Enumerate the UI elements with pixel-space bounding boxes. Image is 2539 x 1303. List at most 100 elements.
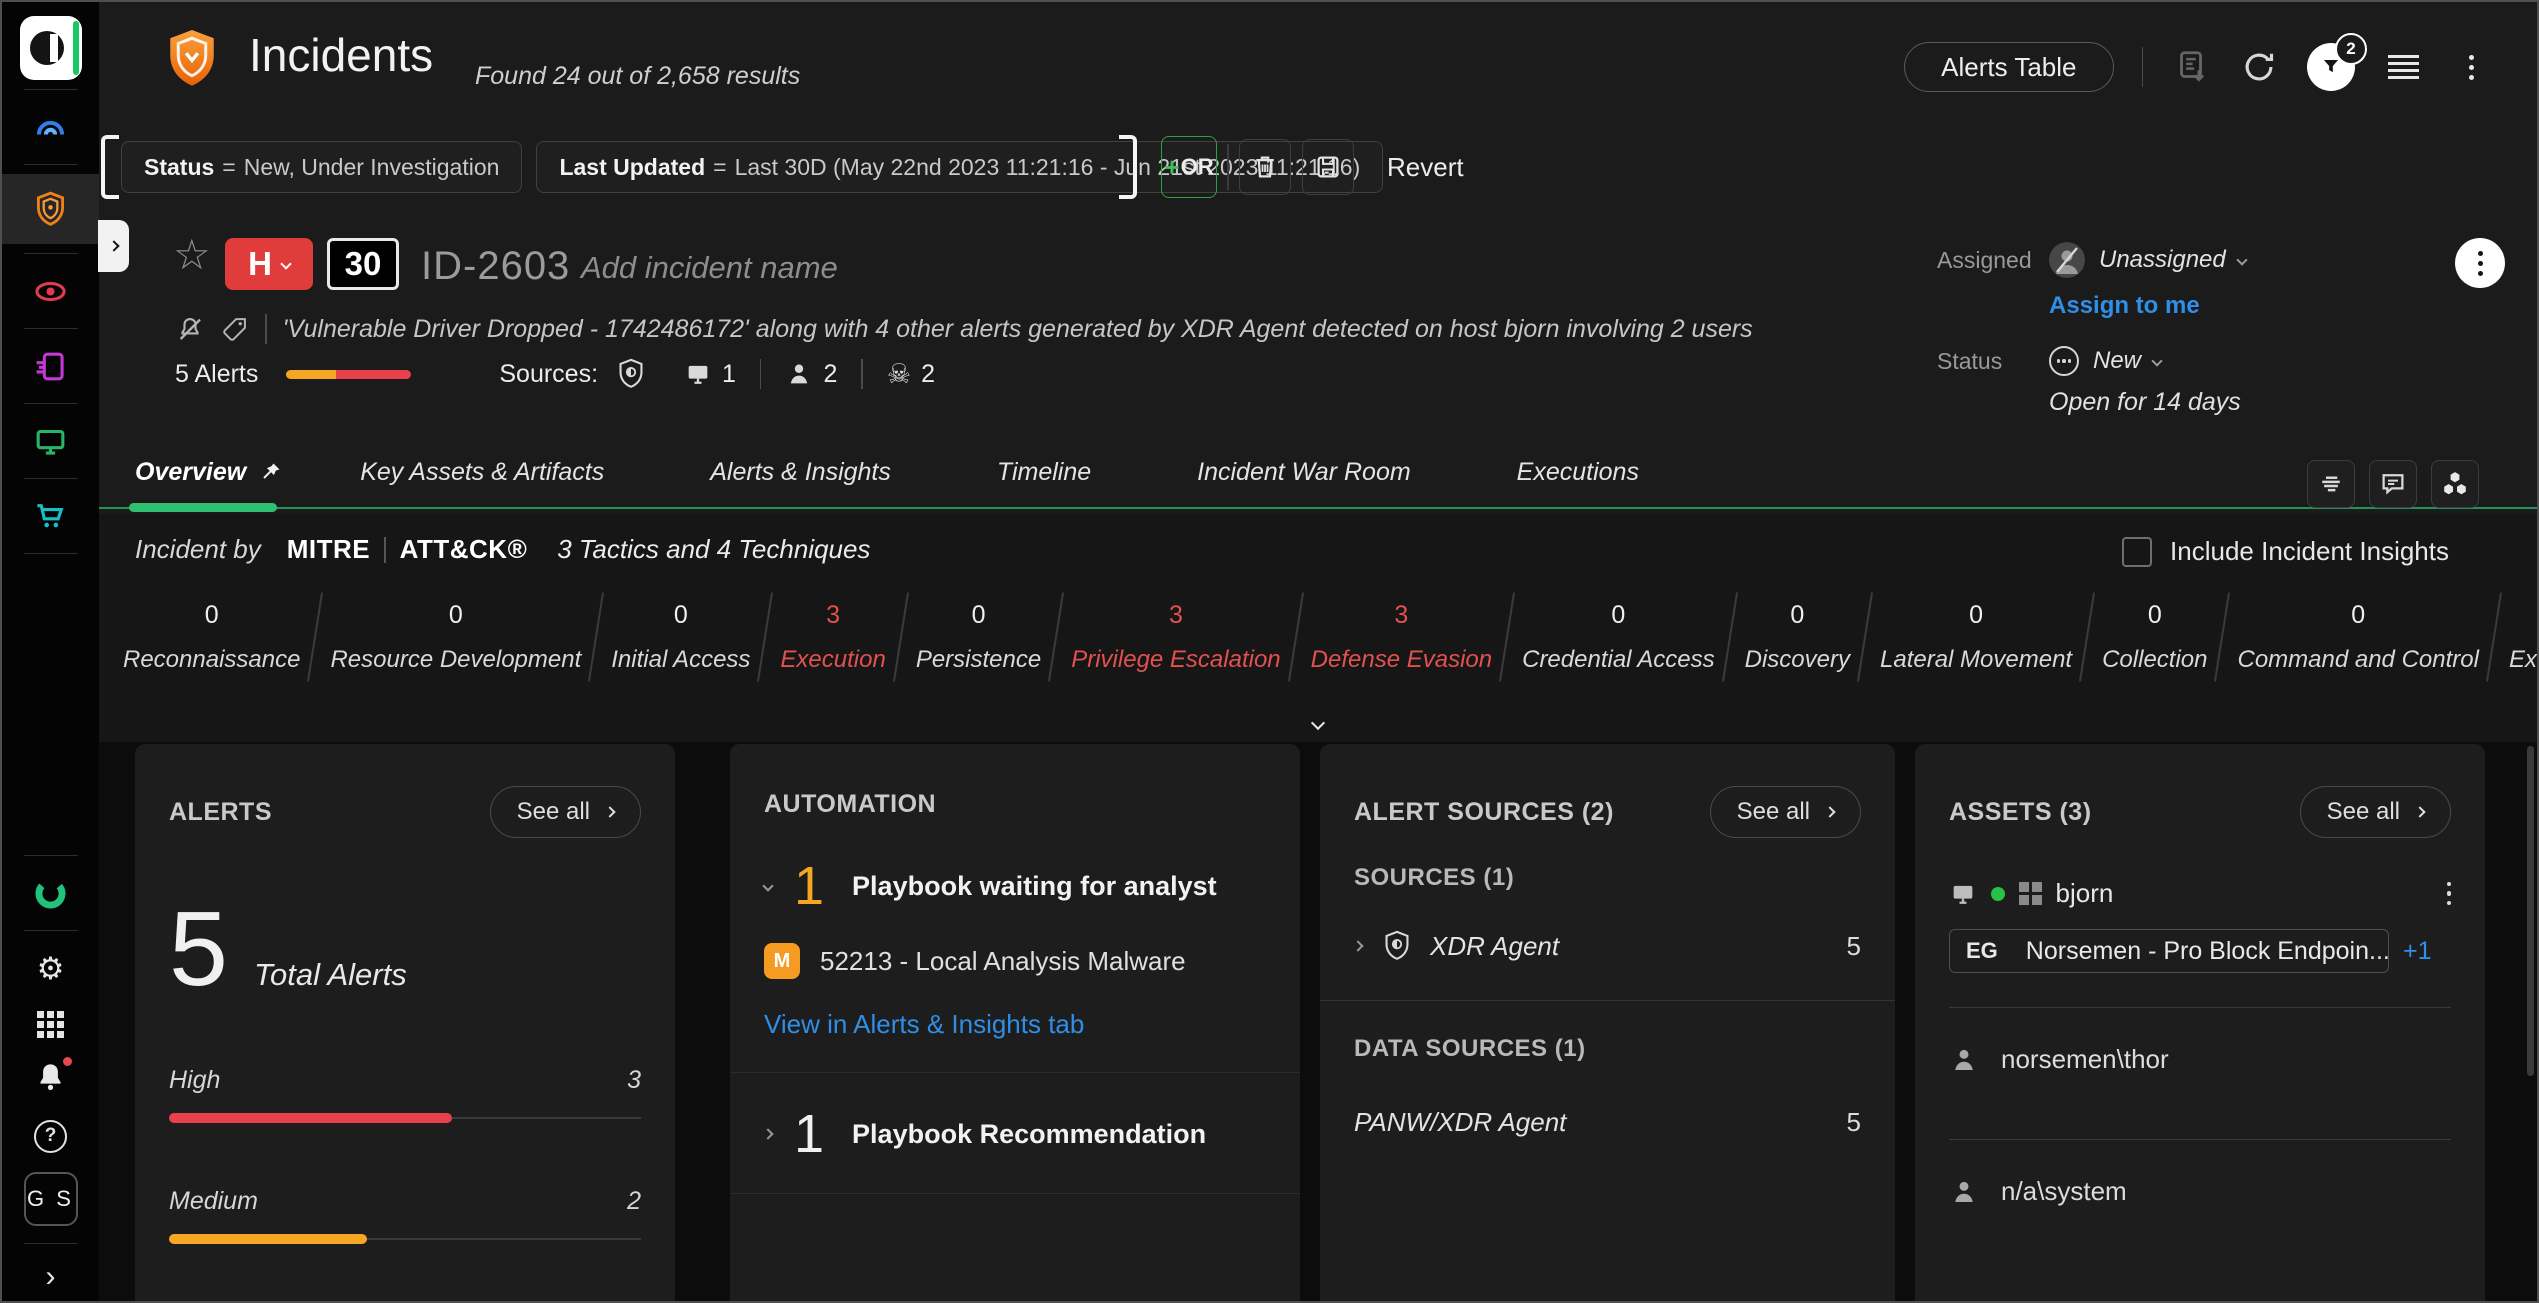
severity-badge[interactable]: H: [225, 238, 313, 290]
blocks-view-button[interactable]: [2431, 460, 2479, 508]
mitre-band: Incident by MITRE ATT&CK® 3 Tactics and …: [99, 514, 2537, 742]
host-row[interactable]: bjorn: [1949, 878, 2451, 909]
sidebar-item-incidents[interactable]: [2, 174, 99, 244]
severity-distribution-bar: [286, 370, 411, 379]
sidebar-item-help[interactable]: ?: [2, 1108, 99, 1164]
menu-button[interactable]: [2383, 47, 2423, 87]
tactic-exfiltration[interactable]: 0 Exfiltration: [2495, 601, 2539, 674]
incident-name-placeholder[interactable]: Add incident name: [581, 250, 838, 286]
include-insights-toggle[interactable]: Include Incident Insights: [2122, 536, 2449, 567]
bell-icon: [32, 1059, 69, 1101]
playbook-waiting-group[interactable]: 1 Playbook waiting for analyst: [764, 859, 1266, 913]
alert-sources-see-all-button[interactable]: See all: [1710, 786, 1861, 838]
filters-button[interactable]: 2: [2307, 43, 2355, 91]
incident-actions-button[interactable]: [2455, 238, 2505, 288]
tactic-command-and-control[interactable]: 0 Command and Control: [2223, 601, 2492, 674]
endpoint-count: 1: [722, 360, 736, 389]
sidebar-divider: [24, 89, 78, 90]
alerts-card: ALERTS See all 5 Total Alerts High 3: [135, 744, 675, 1303]
delete-filter-button[interactable]: [1239, 139, 1291, 195]
sidebar-item-reports[interactable]: [2, 338, 99, 394]
tab-war-room[interactable]: Incident War Room: [1197, 458, 1411, 487]
sidebar-item-endpoints[interactable]: [2, 413, 99, 469]
insights-label: Include Incident Insights: [2170, 536, 2449, 567]
view-alerts-insights-link[interactable]: View in Alerts & Insights tab: [764, 1009, 1266, 1040]
user-row-1[interactable]: norsemen\thor: [1949, 1044, 2451, 1075]
sidebar-item-notifications[interactable]: [2, 1052, 99, 1108]
user-row-2[interactable]: n/a\system: [1949, 1176, 2451, 1207]
incident-id: ID-2603: [421, 244, 570, 289]
refresh-button[interactable]: [2239, 47, 2279, 87]
tactic-defense-evasion[interactable]: 3 Defense Evasion: [1297, 601, 1506, 674]
incidents-shield-icon: [32, 191, 69, 228]
insights-checkbox[interactable]: [2122, 537, 2152, 567]
eye-icon: [32, 273, 69, 310]
cortex-logo[interactable]: [20, 16, 82, 80]
alerts-card-title: ALERTS: [169, 798, 272, 827]
tactic-credential-access[interactable]: 0 Credential Access: [1508, 601, 1729, 674]
comments-button[interactable]: [2369, 460, 2417, 508]
sidebar-item-product[interactable]: [2, 865, 99, 921]
tab-executions[interactable]: Executions: [1517, 458, 1639, 487]
sidebar-item-marketplace[interactable]: [2, 488, 99, 544]
vertical-scrollbar[interactable]: [2527, 746, 2534, 1076]
sidebar-item-settings[interactable]: ⚙: [2, 940, 99, 996]
tab-alerts-insights[interactable]: Alerts & Insights: [710, 458, 891, 487]
assign-to-me-link[interactable]: Assign to me: [2049, 292, 2246, 320]
tab-key-assets[interactable]: Key Assets & Artifacts: [360, 458, 604, 487]
sidebar-item-threat-intel[interactable]: [2, 263, 99, 319]
tactic-execution[interactable]: 3 Execution: [766, 601, 899, 674]
save-filter-button[interactable]: [1302, 139, 1354, 195]
more-groups-link[interactable]: +1: [2403, 937, 2432, 966]
notification-dot: [61, 1055, 74, 1068]
sidebar-expand-button[interactable]: ›: [2, 1253, 99, 1301]
endpoint-group-tag[interactable]: EG Norsemen - Pro Block Endpoin...: [1949, 929, 2389, 973]
chevron-down-icon: [2236, 254, 2247, 265]
chevron-down-icon: [762, 880, 773, 891]
tactic-discovery[interactable]: 0 Discovery: [1731, 601, 1864, 674]
active-tab-indicator: [129, 503, 277, 512]
bell-slash-icon[interactable]: [175, 314, 205, 344]
tactic-initial-access[interactable]: 0 Initial Access: [597, 601, 764, 674]
tab-timeline[interactable]: Timeline: [997, 458, 1091, 487]
status-dropdown[interactable]: New: [2093, 347, 2161, 375]
sidebar-item-apps[interactable]: [2, 996, 99, 1052]
sidebar-item-dashboard[interactable]: [2, 99, 99, 155]
tactic-collection[interactable]: 0 Collection: [2088, 601, 2221, 674]
green-ring-icon: [32, 875, 69, 912]
tab-overview[interactable]: Overview: [135, 458, 282, 487]
layout-list-button[interactable]: [2307, 460, 2355, 508]
revert-button[interactable]: Revert: [1387, 139, 1464, 195]
assets-see-all-button[interactable]: See all: [2300, 786, 2451, 838]
mitre-attack-line: Incident by MITRE ATT&CK® 3 Tactics and …: [135, 534, 870, 565]
assignee-dropdown[interactable]: Unassigned: [2099, 246, 2246, 274]
star-incident-button[interactable]: ☆: [173, 234, 211, 276]
threat-skull-icon: ☠: [887, 361, 911, 388]
header-divider: [2142, 47, 2144, 87]
collapse-section-button[interactable]: [1278, 718, 1358, 742]
tag-icon[interactable]: [221, 315, 249, 343]
host-actions-button[interactable]: [2447, 882, 2452, 906]
export-report-button[interactable]: [2171, 47, 2211, 87]
header-more-button[interactable]: [2451, 47, 2491, 87]
tactic-lateral-movement[interactable]: 0 Lateral Movement: [1866, 601, 2086, 674]
alerts-table-button[interactable]: Alerts Table: [1904, 42, 2113, 92]
chevron-right-icon: [108, 240, 119, 251]
playbook-recommendation-group[interactable]: 1 Playbook Recommendation: [764, 1107, 1266, 1161]
main-content: Incidents Found 24 out of 2,658 results …: [99, 2, 2537, 1301]
alerts-see-all-button[interactable]: See all: [490, 786, 641, 838]
tactic-resource-development[interactable]: 0 Resource Development: [316, 601, 595, 674]
filter-token-status[interactable]: Status = New, Under Investigation: [121, 141, 522, 193]
status-new-icon: [2049, 346, 2079, 376]
tactic-persistence[interactable]: 0 Persistence: [902, 601, 1055, 674]
endpoint-icon: [684, 360, 712, 388]
tactic-reconnaissance[interactable]: 0 Reconnaissance: [109, 601, 314, 674]
user-avatar[interactable]: G S: [2, 1164, 99, 1234]
add-or-filter-button[interactable]: + OR: [1161, 136, 1217, 198]
automation-card-title: AUTOMATION: [764, 790, 936, 819]
xdr-agent-source-row[interactable]: XDR Agent 5: [1354, 930, 1861, 962]
expand-panel-handle[interactable]: [98, 220, 129, 272]
monitor-icon: [32, 423, 69, 460]
tactic-privilege-escalation[interactable]: 3 Privilege Escalation: [1057, 601, 1294, 674]
playbook-alert-item[interactable]: M 52213 - Local Analysis Malware: [764, 943, 1266, 979]
